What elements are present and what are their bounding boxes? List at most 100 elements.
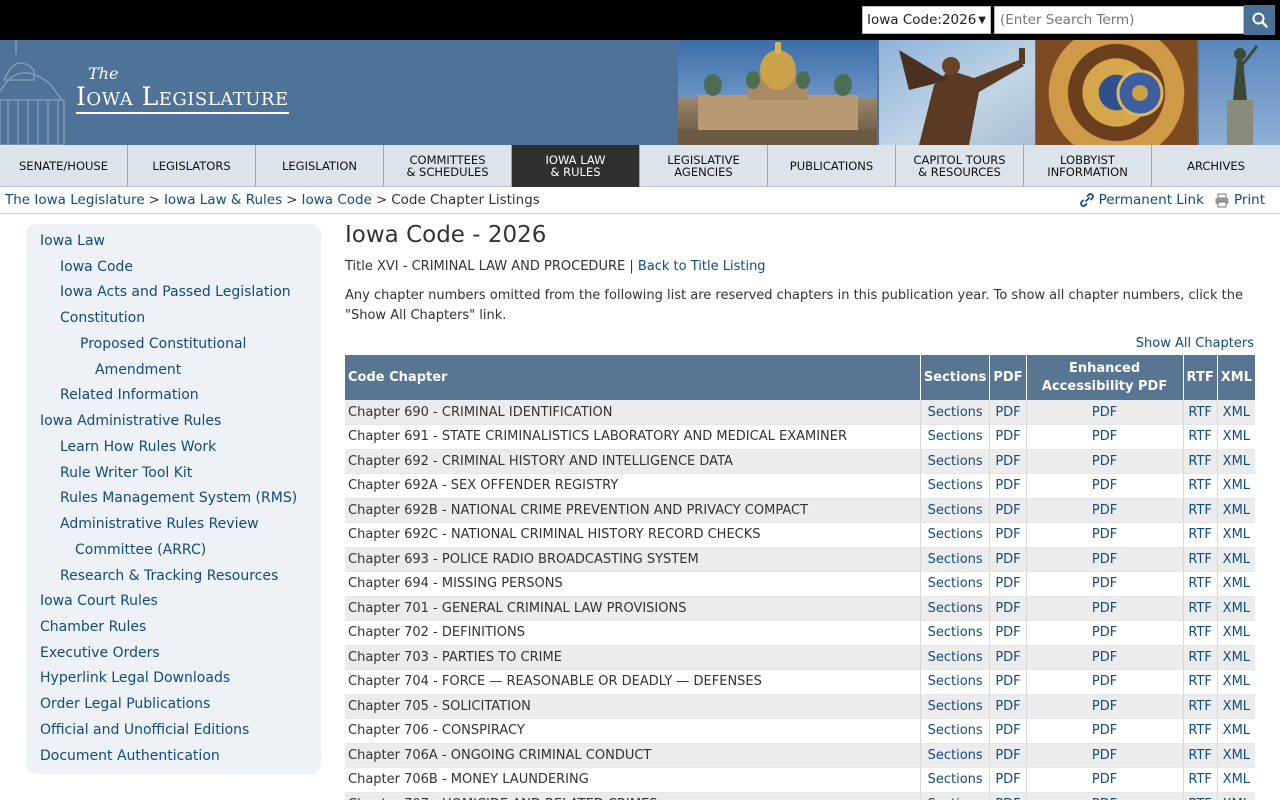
sections-link[interactable]: Sections [928, 601, 983, 616]
breadcrumb-home[interactable]: The Iowa Legislature [5, 192, 145, 208]
rtf-link[interactable]: RTF [1188, 723, 1212, 738]
pdf-link[interactable]: PDF [995, 772, 1020, 787]
enhanced-pdf-link[interactable]: PDF [1092, 748, 1117, 763]
sidebar-item-chamber-rules[interactable]: Chamber Rules [40, 619, 146, 636]
enhanced-pdf-link[interactable]: PDF [1092, 650, 1117, 665]
sidebar-item-rms[interactable]: Rules Management System (RMS) [60, 490, 297, 507]
sidebar-item-arrc[interactable]: Administrative Rules Review [60, 516, 259, 533]
xml-link[interactable]: XML [1223, 503, 1250, 518]
pdf-link[interactable]: PDF [995, 601, 1020, 616]
xml-link[interactable]: XML [1223, 674, 1250, 689]
sidebar-item-arrc-cont[interactable]: Committee (ARRC) [75, 542, 206, 559]
xml-link[interactable]: XML [1223, 772, 1250, 787]
rtf-link[interactable]: RTF [1188, 429, 1212, 444]
rtf-link[interactable]: RTF [1188, 625, 1212, 640]
sidebar-item-court-rules[interactable]: Iowa Court Rules [40, 593, 158, 610]
pdf-link[interactable]: PDF [995, 699, 1020, 714]
pdf-link[interactable]: PDF [995, 552, 1020, 567]
enhanced-pdf-link[interactable]: PDF [1092, 478, 1117, 493]
nav-lobbyist-information[interactable]: Lobbyist Information [1024, 145, 1152, 187]
rtf-link[interactable]: RTF [1188, 674, 1212, 689]
nav-archives[interactable]: Archives [1152, 145, 1280, 187]
enhanced-pdf-link[interactable]: PDF [1092, 772, 1117, 787]
sidebar-item-rule-writer[interactable]: Rule Writer Tool Kit [60, 465, 192, 482]
sections-link[interactable]: Sections [928, 772, 983, 787]
xml-link[interactable]: XML [1223, 454, 1250, 469]
nav-legislation[interactable]: Legislation [256, 145, 384, 187]
xml-link[interactable]: XML [1223, 527, 1250, 542]
code-year-select[interactable]: Iowa Code:2026 ▼ [862, 6, 991, 34]
enhanced-pdf-link[interactable]: PDF [1092, 674, 1117, 689]
sidebar-item-proposed-amendment[interactable]: Proposed Constitutional [80, 336, 246, 353]
sections-link[interactable]: Sections [928, 576, 983, 591]
enhanced-pdf-link[interactable]: PDF [1092, 503, 1117, 518]
enhanced-pdf-link[interactable]: PDF [1092, 576, 1117, 591]
xml-link[interactable]: XML [1223, 429, 1250, 444]
xml-link[interactable]: XML [1223, 478, 1250, 493]
xml-link[interactable]: XML [1223, 576, 1250, 591]
enhanced-pdf-link[interactable]: PDF [1092, 429, 1117, 444]
sections-link[interactable]: Sections [928, 478, 983, 493]
enhanced-pdf-link[interactable]: PDF [1092, 527, 1117, 542]
sections-link[interactable]: Sections [928, 454, 983, 469]
rtf-link[interactable]: RTF [1188, 527, 1212, 542]
sidebar-item-constitution[interactable]: Constitution [60, 310, 145, 327]
rtf-link[interactable]: RTF [1188, 699, 1212, 714]
search-button[interactable] [1244, 5, 1275, 35]
pdf-link[interactable]: PDF [995, 674, 1020, 689]
enhanced-pdf-link[interactable]: PDF [1092, 723, 1117, 738]
nav-iowa-law-rules[interactable]: Iowa Law & Rules [512, 145, 640, 187]
sections-link[interactable]: Sections [928, 405, 983, 420]
xml-link[interactable]: XML [1223, 699, 1250, 714]
nav-senate-house[interactable]: Senate/House [0, 145, 128, 187]
sidebar-item-hyperlink-downloads[interactable]: Hyperlink Legal Downloads [40, 670, 230, 687]
sidebar-item-iowa-law[interactable]: Iowa Law [40, 233, 105, 250]
print-link[interactable]: Print [1214, 192, 1265, 208]
pdf-link[interactable]: PDF [995, 748, 1020, 763]
rtf-link[interactable]: RTF [1188, 576, 1212, 591]
sections-link[interactable]: Sections [928, 699, 983, 714]
pdf-link[interactable]: PDF [995, 478, 1020, 493]
sections-link[interactable]: Sections [928, 674, 983, 689]
sidebar-item-iowa-code[interactable]: Iowa Code [60, 259, 133, 276]
nav-legislators[interactable]: Legislators [128, 145, 256, 187]
sidebar-item-research-tracking[interactable]: Research & Tracking Resources [60, 568, 278, 585]
sections-link[interactable]: Sections [928, 552, 983, 567]
permanent-link[interactable]: Permanent Link [1079, 192, 1204, 208]
sections-link[interactable]: Sections [928, 503, 983, 518]
site-logo[interactable]: The Iowa Legislature [76, 65, 289, 114]
sections-link[interactable]: Sections [928, 723, 983, 738]
sections-link[interactable]: Sections [928, 650, 983, 665]
breadcrumb-law-rules[interactable]: Iowa Law & Rules [164, 192, 282, 208]
rtf-link[interactable]: RTF [1188, 748, 1212, 763]
pdf-link[interactable]: PDF [995, 429, 1020, 444]
sidebar-item-learn-rules[interactable]: Learn How Rules Work [60, 439, 216, 456]
pdf-link[interactable]: PDF [995, 503, 1020, 518]
sidebar-item-editions[interactable]: Official and Unofficial Editions [40, 722, 249, 739]
rtf-link[interactable]: RTF [1188, 772, 1212, 787]
pdf-link[interactable]: PDF [995, 527, 1020, 542]
enhanced-pdf-link[interactable]: PDF [1092, 601, 1117, 616]
pdf-link[interactable]: PDF [995, 625, 1020, 640]
show-all-chapters-link[interactable]: Show All Chapters [1136, 336, 1254, 351]
sidebar-item-administrative-rules[interactable]: Iowa Administrative Rules [40, 413, 221, 430]
rtf-link[interactable]: RTF [1188, 405, 1212, 420]
sidebar-item-related-information[interactable]: Related Information [60, 387, 199, 404]
rtf-link[interactable]: RTF [1188, 478, 1212, 493]
nav-capitol-tours-resources[interactable]: Capitol Tours & Resources [896, 145, 1024, 187]
sidebar-item-iowa-acts[interactable]: Iowa Acts and Passed Legislation [60, 284, 291, 301]
sections-link[interactable]: Sections [928, 527, 983, 542]
xml-link[interactable]: XML [1223, 552, 1250, 567]
enhanced-pdf-link[interactable]: PDF [1092, 405, 1117, 420]
sections-link[interactable]: Sections [928, 748, 983, 763]
rtf-link[interactable]: RTF [1188, 601, 1212, 616]
breadcrumb-iowa-code[interactable]: Iowa Code [301, 192, 371, 208]
rtf-link[interactable]: RTF [1188, 503, 1212, 518]
enhanced-pdf-link[interactable]: PDF [1092, 625, 1117, 640]
xml-link[interactable]: XML [1223, 723, 1250, 738]
enhanced-pdf-link[interactable]: PDF [1092, 454, 1117, 469]
rtf-link[interactable]: RTF [1188, 552, 1212, 567]
enhanced-pdf-link[interactable]: PDF [1092, 699, 1117, 714]
sidebar-item-order-publications[interactable]: Order Legal Publications [40, 696, 210, 713]
pdf-link[interactable]: PDF [995, 650, 1020, 665]
